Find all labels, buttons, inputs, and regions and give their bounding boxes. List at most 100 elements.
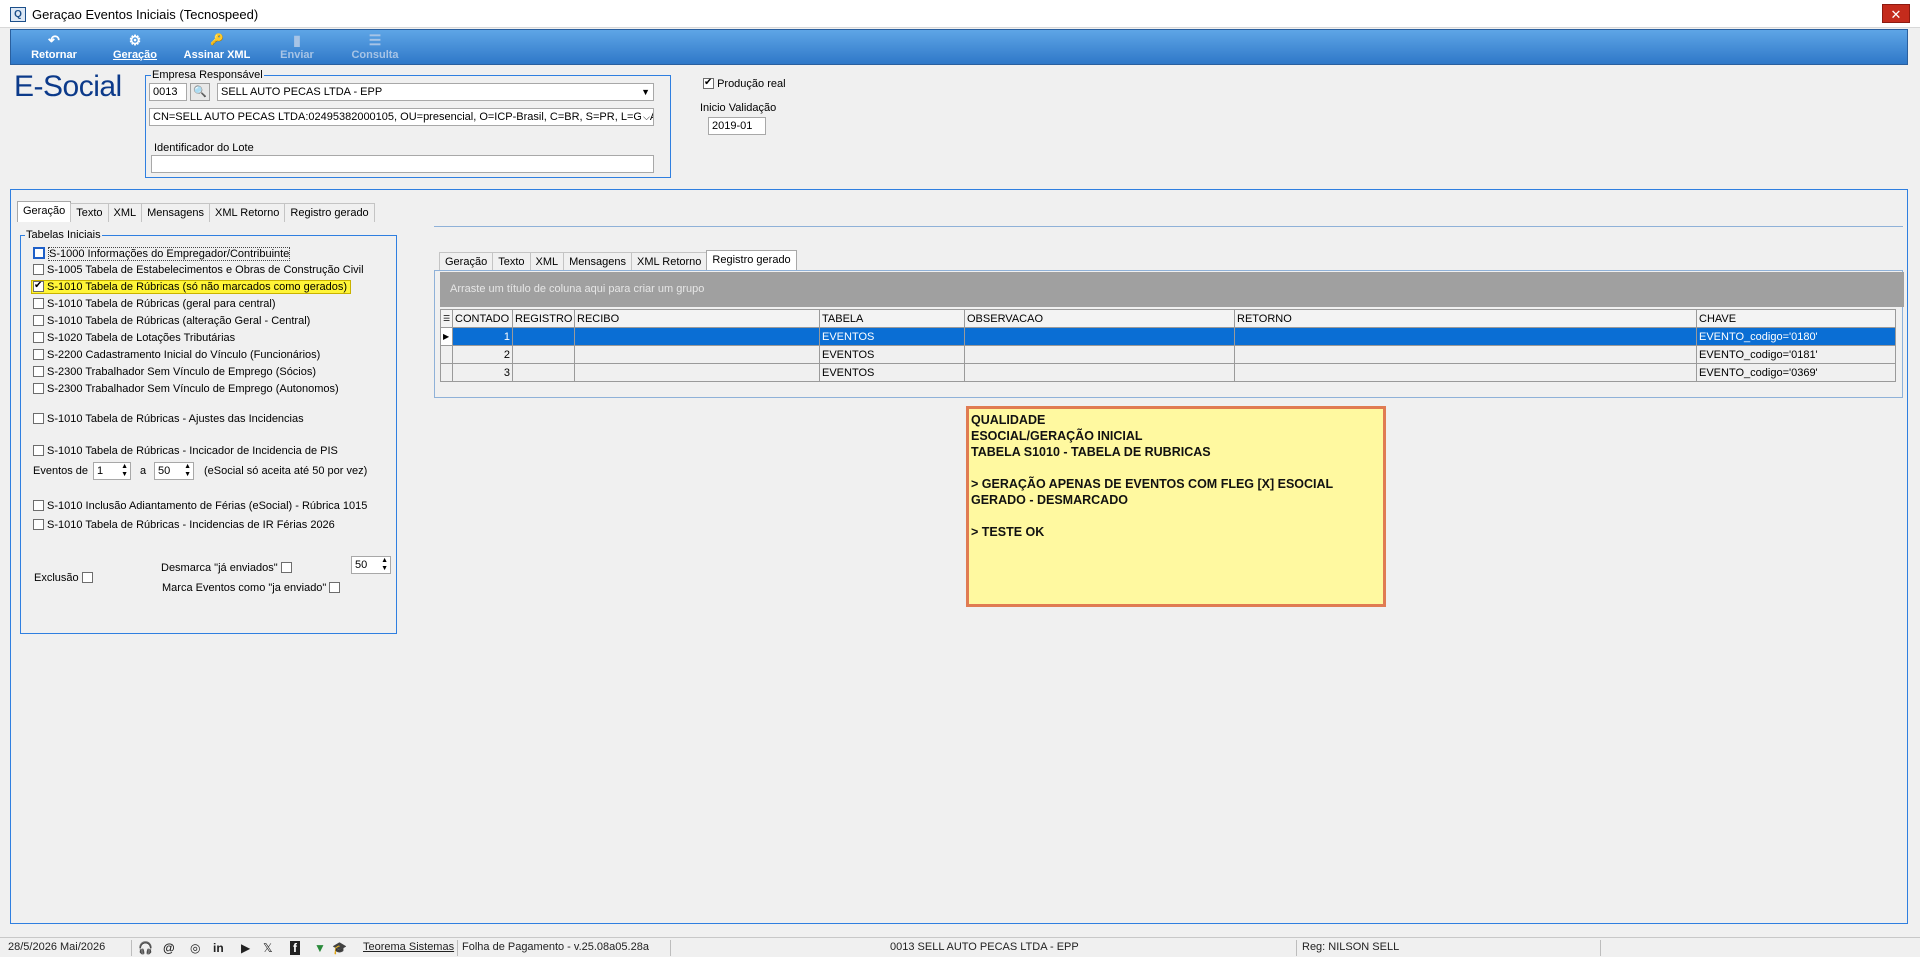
inner-tab-geracao[interactable]: Geração [439,252,494,271]
tab-xml[interactable]: XML [107,203,143,222]
check-s1010-ir-ferias[interactable]: S-1010 Tabela de Rúbricas - Incidencias … [33,519,335,531]
checkbox[interactable] [33,366,44,377]
col-chave[interactable]: CHAVE [1696,309,1896,328]
inner-tab-xml-retorno[interactable]: XML Retorno [631,252,708,271]
inicio-validacao-input[interactable]: 2019-01 [708,117,766,135]
exclusao-checkbox[interactable] [81,572,93,583]
separator [670,940,671,956]
inner-tab-mensagens[interactable]: Mensagens [563,252,632,271]
checkbox[interactable] [33,519,44,530]
title-bar: Q Geraçao Eventos Iniciais (Tecnospeed) … [0,0,1920,28]
col-recibo[interactable]: RECIBO [574,309,820,328]
marca-enviado-checkbox[interactable] [329,582,341,593]
check-s1020[interactable]: S-1020 Tabela de Lotações Tributárias [33,332,235,344]
desmarca-checkbox[interactable] [280,562,292,573]
eventos-de-label: Eventos de [33,465,89,477]
send-icon: ▮ [293,32,301,48]
table-row[interactable]: 3 EVENTOS EVENTO_codigo='0369' [440,363,1896,382]
x-icon[interactable]: 𝕏 [263,941,273,955]
headset-icon[interactable]: 🎧 [138,941,153,955]
check-s1010-geral-central[interactable]: S-1010 Tabela de Rúbricas (geral para ce… [33,298,275,310]
checkbox[interactable] [33,349,44,360]
consulta-button[interactable]: ☰ Consulta [347,32,403,64]
checkbox[interactable] [33,280,44,292]
registro-grid: ☰ CONTADO REGISTRO RECIBO TABELA OBSERVA… [440,309,1896,382]
check-s1010-adiantamento-ferias[interactable]: S-1010 Inclusão Adiantamento de Férias (… [33,500,367,512]
checkbox[interactable] [33,445,44,456]
col-retorno[interactable]: RETORNO [1234,309,1697,328]
check-s1010-pis[interactable]: S-1010 Tabela de Rúbricas - Incicador de… [33,445,338,457]
facebook-icon[interactable]: f [290,941,300,955]
grid-header-row: ☰ CONTADO REGISTRO RECIBO TABELA OBSERVA… [440,309,1896,328]
teorema-link[interactable]: Teorema Sistemas [363,938,454,957]
row-indicator[interactable] [440,345,453,364]
col-tabela[interactable]: TABELA [819,309,965,328]
status-version: Folha de Pagamento - v.25.08a05.28a [462,941,649,953]
lote-label: Identificador do Lote [154,142,254,154]
esocial-logo: E-Social [14,70,122,103]
inner-tab-texto[interactable]: Texto [492,252,531,271]
enviar-button[interactable]: ▮ Enviar [273,32,321,64]
inner-tab-xml[interactable]: XML [529,252,565,271]
spin-arrows-icon[interactable]: ▲ ▼ [381,557,388,573]
col-registro[interactable]: REGISTRO [512,309,575,328]
linkedin-icon[interactable]: in [213,941,224,955]
table-row[interactable]: ▶ 1 EVENTOS EVENTO_codigo='0180' [440,327,1896,346]
check-s1010-alteracao-central[interactable]: S-1010 Tabela de Rúbricas (alteração Ger… [33,315,310,327]
checkbox[interactable] [33,315,44,326]
retornar-button[interactable]: ↶ Retornar [23,32,85,64]
checkbox[interactable] [33,413,44,424]
group-by-area[interactable]: Arraste um título de coluna aqui para cr… [440,272,1904,307]
eventos-a-spinner[interactable]: 50 ▲ ▼ [154,462,194,480]
checkbox[interactable] [33,264,44,275]
desmarca-spinner[interactable]: 50 ▲ ▼ [351,556,391,574]
certificate-select[interactable]: CN=SELL AUTO PECAS LTDA:02495382000105, … [149,108,654,126]
empresa-name-select[interactable]: SELL AUTO PECAS LTDA - EPP ▼ [217,83,654,101]
lote-input[interactable] [151,155,654,173]
youtube-icon[interactable]: ▶ [241,941,250,955]
producao-real-checkbox[interactable] [703,77,714,89]
check-s2200[interactable]: S-2200 Cadastramento Inicial do Vínculo … [33,349,320,361]
empresa-code-input[interactable]: 0013 [149,83,187,101]
checkbox[interactable] [33,247,45,259]
tab-texto[interactable]: Texto [70,203,109,222]
table-row[interactable]: 2 EVENTOS EVENTO_codigo='0181' [440,345,1896,364]
column-chooser-icon[interactable]: ☰ [440,309,453,328]
graduation-cap-icon[interactable]: 🎓 [332,941,347,955]
checkbox[interactable] [33,332,44,343]
tab-xml-retorno[interactable]: XML Retorno [209,203,286,222]
check-s1010-ajustes[interactable]: S-1010 Tabela de Rúbricas - Ajustes das … [33,413,304,425]
inner-tab-registro-gerado[interactable]: Registro gerado [706,250,797,271]
check-s2300-autonomos[interactable]: S-2300 Trabalhador Sem Vínculo de Empreg… [33,383,339,395]
tab-geracao[interactable]: Geração [17,201,72,222]
eventos-de-spinner[interactable]: 1 ▲ ▼ [93,462,131,480]
checkbox[interactable] [33,383,44,394]
query-document-icon: ☰ [368,32,382,48]
at-icon[interactable]: @ [163,941,175,955]
exclusao[interactable]: Exclusão [34,572,93,584]
spin-arrows-icon[interactable]: ▲ ▼ [184,463,191,479]
geracao-button[interactable]: ⚙ Geração [107,32,163,64]
desmarca-enviados[interactable]: Desmarca "já enviados" [161,562,292,574]
assinar-xml-button[interactable]: 🔑 Assinar XML [177,32,257,64]
eventos-a-label: a [140,465,147,477]
producao-real[interactable]: Produção real [703,77,786,90]
row-indicator[interactable] [440,363,453,382]
tab-registro-gerado[interactable]: Registro gerado [284,203,375,222]
check-s1000[interactable]: S-1000 Informações do Empregador/Contrib… [33,247,291,261]
check-s2300-socios[interactable]: S-2300 Trabalhador Sem Vínculo de Empreg… [33,366,316,378]
check-s1005[interactable]: S-1005 Tabela de Estabelecimentos e Obra… [33,264,364,276]
spin-arrows-icon[interactable]: ▲ ▼ [121,463,128,479]
checkbox[interactable] [33,500,44,511]
close-window-button[interactable]: ✕ [1882,4,1910,23]
instagram-icon[interactable]: ◎ [190,941,200,955]
search-empresa-button[interactable]: 🔍 [190,83,210,101]
marca-enviado[interactable]: Marca Eventos como "ja enviado" [162,582,341,594]
tab-mensagens[interactable]: Mensagens [141,203,210,222]
col-observacao[interactable]: OBSERVACAO [964,309,1235,328]
check-s1010-nao-gerados[interactable]: S-1010 Tabela de Rúbricas (só não marcad… [31,280,352,294]
col-contado[interactable]: CONTADO [452,309,513,328]
tree-icon[interactable]: ▼ [314,941,326,955]
checkbox[interactable] [33,298,44,309]
row-indicator-icon[interactable]: ▶ [440,327,453,346]
